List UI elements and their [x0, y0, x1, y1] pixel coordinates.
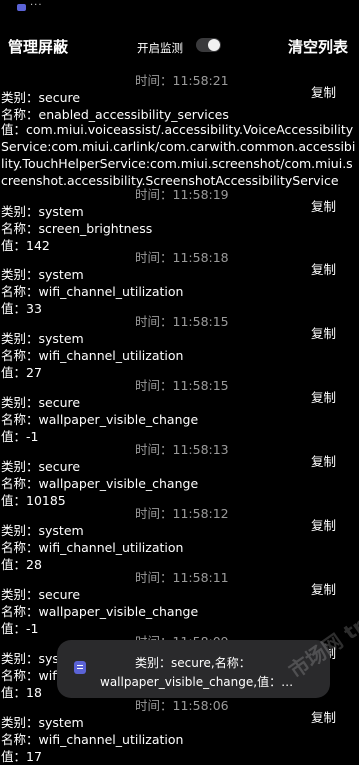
copy-button[interactable]: 复制 [311, 707, 336, 726]
clear-list-button[interactable]: 清空列表 [288, 36, 348, 57]
entry-value: 值：142 [1, 238, 50, 253]
entry-value: 值：28 [1, 557, 42, 572]
header: 管理屏蔽 开启监测 清空列表 [0, 30, 359, 60]
entry-value: 值：-1 [1, 621, 39, 636]
entry-value: 值：10185 [1, 493, 66, 508]
entry-value: 值：-1 [1, 429, 39, 444]
copy-button[interactable]: 复制 [311, 579, 336, 598]
manage-block-button[interactable]: 管理屏蔽 [8, 36, 68, 57]
copy-button[interactable]: 复制 [311, 259, 336, 278]
app-notification-icon [17, 4, 26, 11]
monitor-toggle[interactable] [196, 38, 221, 52]
copy-button[interactable]: 复制 [311, 451, 336, 470]
entry-time: 时间：11:58:18 [135, 250, 229, 265]
entry-value: 值：com.miui.voiceassist/.accessibility.Vo… [1, 122, 356, 188]
entry-time: 时间：11:58:11 [135, 570, 229, 585]
copy-button[interactable]: 复制 [311, 196, 336, 215]
toast-line-1: 类别：secure,名称： [135, 656, 251, 670]
entry-value: 值：27 [1, 365, 42, 380]
status-bar: ··· [0, 0, 359, 16]
entry-value: 值：33 [1, 301, 42, 316]
copy-button[interactable]: 复制 [311, 323, 336, 342]
message-icon [74, 661, 86, 674]
copy-button[interactable]: 复制 [311, 515, 336, 534]
toast-line-2: wallpaper_visible_change,值：… [100, 675, 294, 689]
entry-time: 时间：11:58:13 [135, 442, 229, 457]
copy-button[interactable]: 复制 [311, 82, 336, 101]
entry-time: 时间：11:58:12 [135, 506, 229, 521]
entry-value: 值：17 [1, 749, 42, 764]
toggle-knob [208, 39, 220, 51]
watermark-logo: 市场网 trunz.com [284, 559, 359, 683]
monitor-label: 开启监测 [137, 41, 183, 55]
more-notifications-icon: ··· [30, 0, 43, 11]
entry-time: 时间：11:58:21 [135, 73, 229, 88]
copy-button[interactable]: 复制 [311, 387, 336, 406]
entry-time: 时间：11:58:15 [135, 378, 229, 393]
entry-time: 时间：11:58:15 [135, 314, 229, 329]
entry-time: 时间：11:58:19 [135, 187, 229, 202]
entry-value: 值：18 [1, 685, 42, 700]
